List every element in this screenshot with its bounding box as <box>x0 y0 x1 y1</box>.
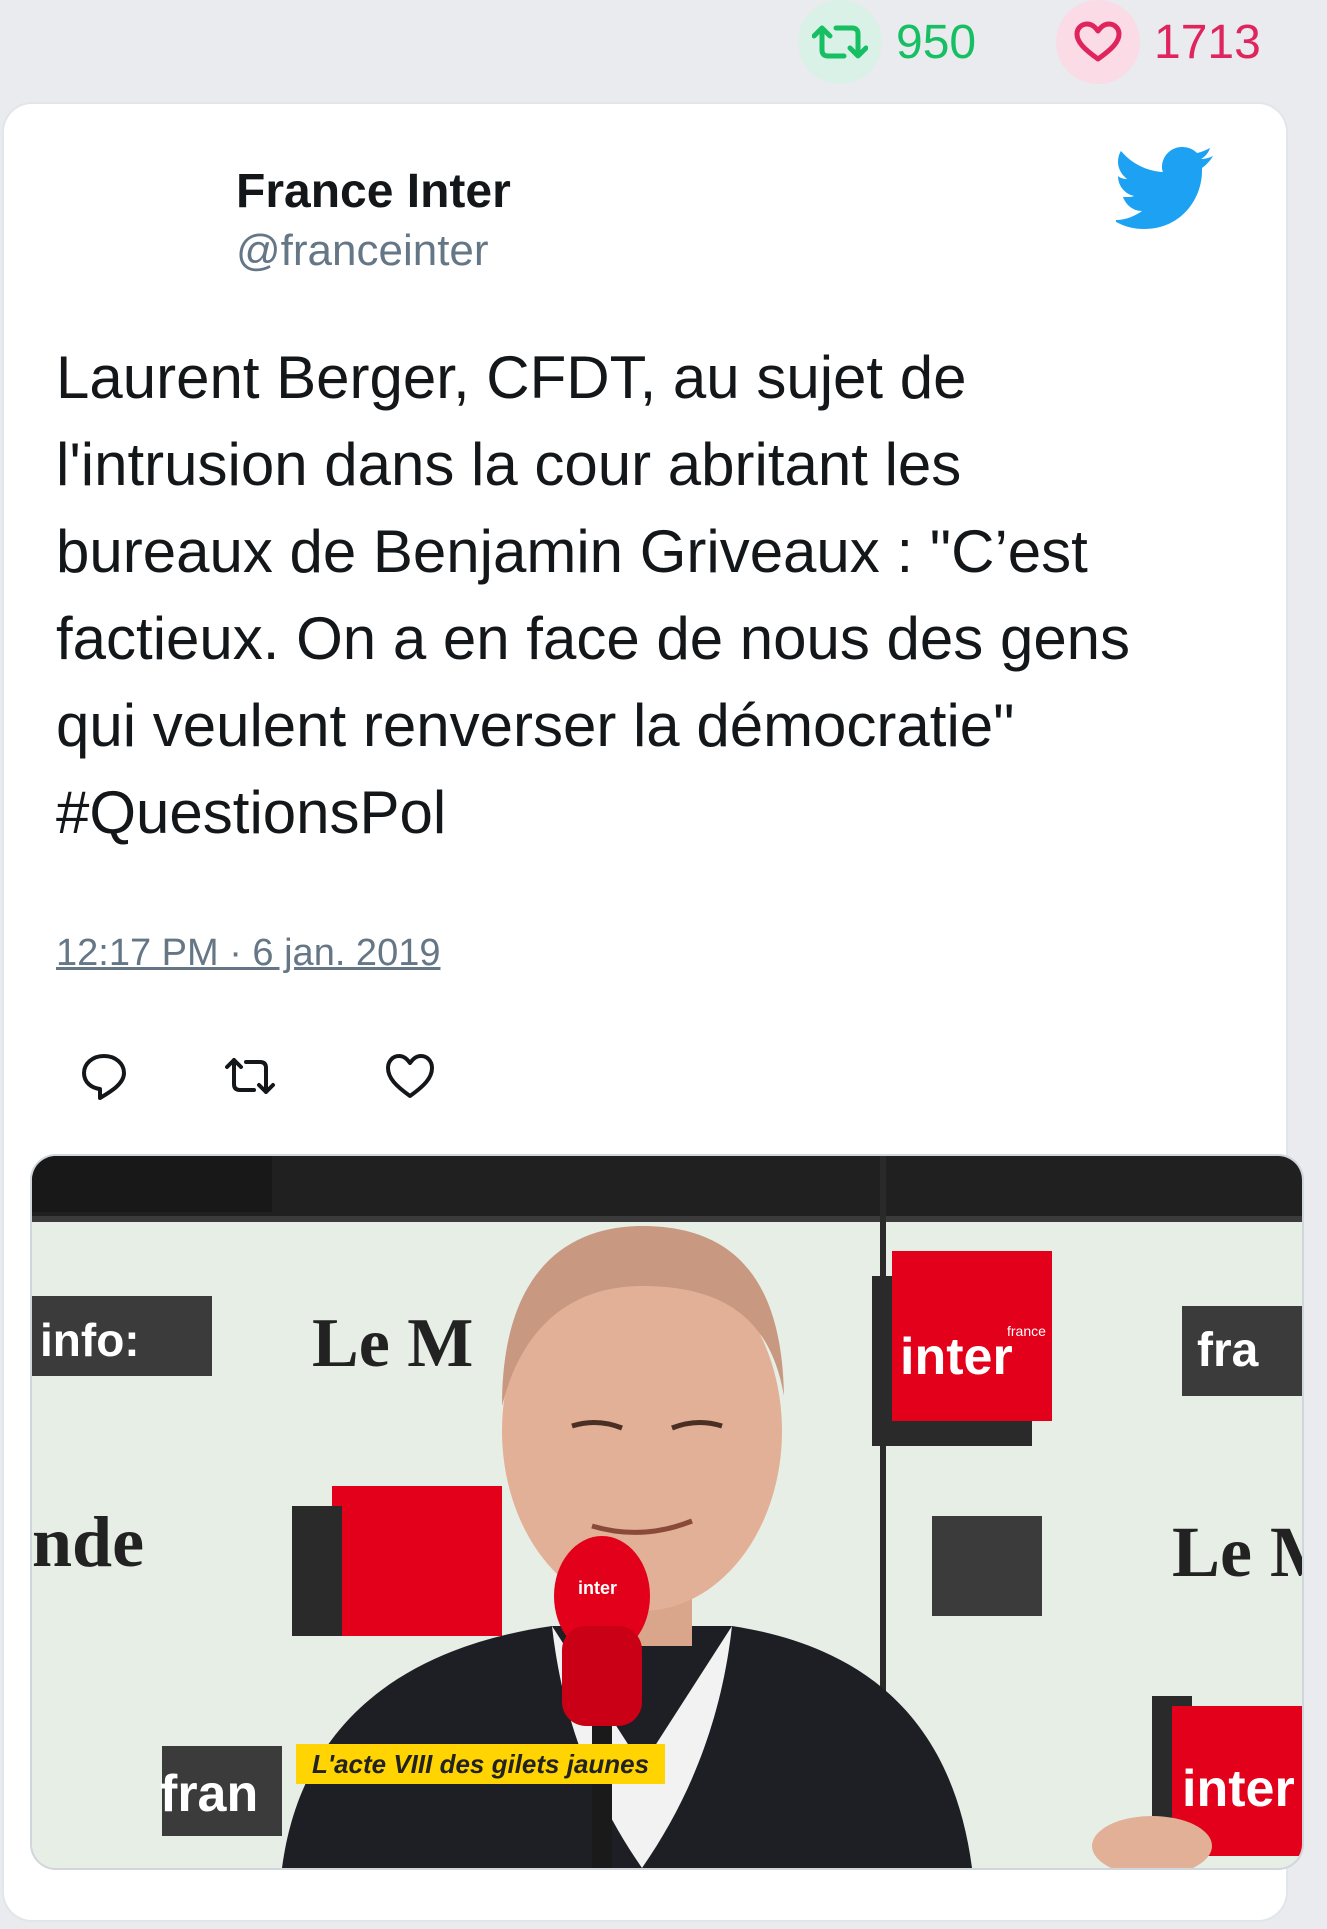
le-monde-logo-left: Le M <box>312 1305 473 1382</box>
retweet-count: 950 <box>896 15 977 69</box>
heart-icon <box>1056 0 1140 84</box>
retweet-stat[interactable]: 950 <box>798 0 976 84</box>
tweet-card: France Inter @franceinter Laurent Berger… <box>4 104 1304 1920</box>
fran-logo-left: fran <box>160 1765 258 1823</box>
info-logo-left: info: <box>40 1314 140 1366</box>
retweet-action-icon[interactable] <box>220 1046 280 1106</box>
author-name[interactable]: France Inter <box>236 164 511 219</box>
tweet-stats-bar: 950 1713 <box>0 0 1327 90</box>
monde-logo-left: nde <box>32 1502 144 1582</box>
author-handle[interactable]: @franceinter <box>236 226 489 276</box>
retweet-icon <box>798 0 882 84</box>
tweet-timestamp[interactable]: 12:17 PM · 6 jan. 2019 <box>56 932 440 975</box>
tweet-text: Laurent Berger, CFDT, au sujet de l'intr… <box>56 344 1131 846</box>
video-caption-bar: L'acte VIII des gilets jaunes <box>296 1744 666 1784</box>
fra-logo-right: fra <box>1197 1324 1259 1377</box>
tweet-media-image[interactable]: info: Le M nde fran france inter fra Le … <box>30 1154 1304 1870</box>
france-small-logo: france <box>1007 1323 1046 1339</box>
studio-photo: info: Le M nde fran france inter fra Le … <box>32 1156 1302 1868</box>
like-action-icon[interactable] <box>380 1046 440 1106</box>
reply-icon[interactable] <box>74 1046 134 1106</box>
twitter-bird-icon[interactable] <box>1116 146 1216 232</box>
inter-logo-top: inter <box>900 1328 1013 1386</box>
inter-logo-bottom: inter <box>1182 1760 1295 1818</box>
like-stat[interactable]: 1713 <box>1056 0 1261 84</box>
le-monde-logo-right: Le M <box>1172 1512 1302 1592</box>
like-count: 1713 <box>1154 15 1261 69</box>
mic-label: inter <box>578 1578 617 1598</box>
